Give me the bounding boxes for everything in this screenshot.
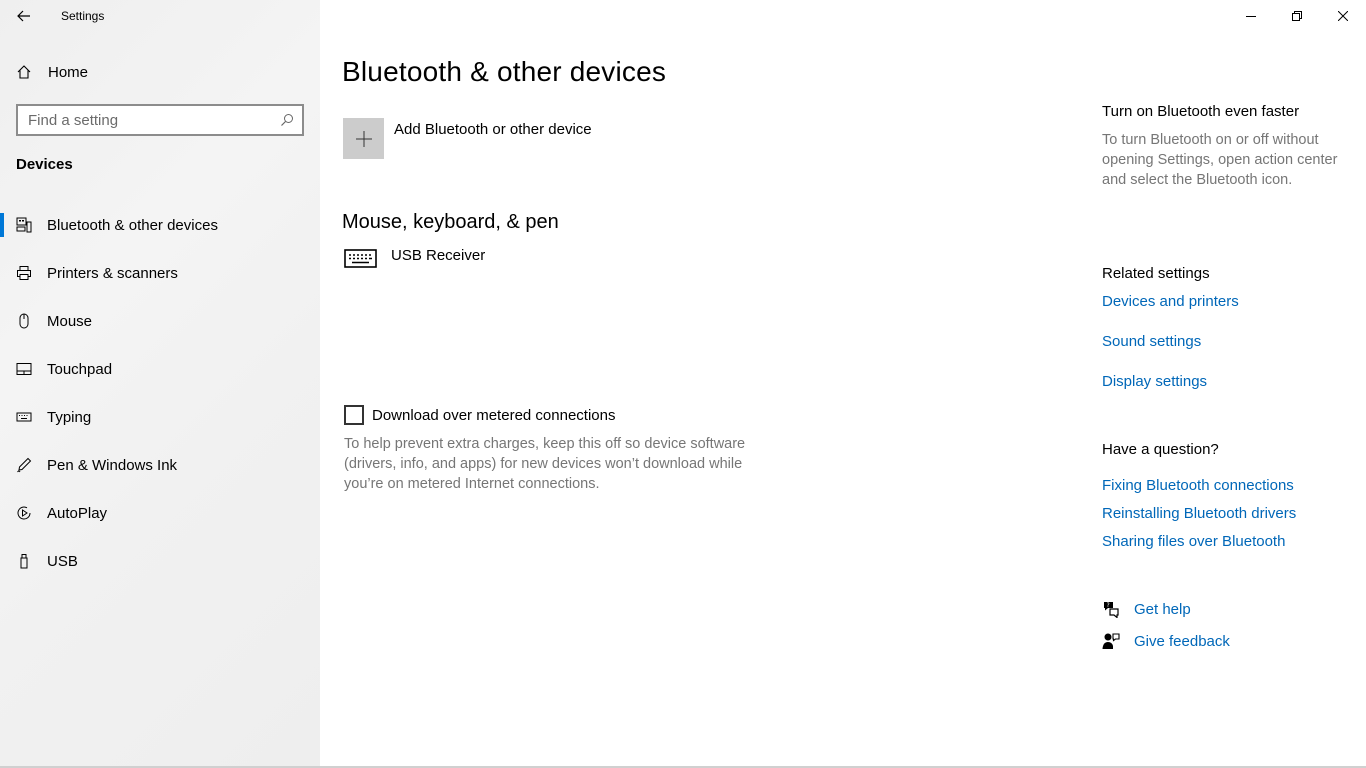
link-sharing-files[interactable]: Sharing files over Bluetooth <box>1102 533 1285 550</box>
get-help-icon: ? <box>1104 602 1119 618</box>
back-button[interactable] <box>0 0 48 32</box>
link-fixing-bluetooth[interactable]: Fixing Bluetooth connections <box>1102 477 1294 494</box>
sidebar-item-label: USB <box>47 552 78 570</box>
sidebar-item-label: AutoPlay <box>47 504 108 522</box>
sidebar-item-label: Mouse <box>47 312 93 330</box>
get-help-link[interactable]: ? Get help <box>1102 600 1191 618</box>
section-heading-input-devices: Mouse, keyboard, & pen <box>342 211 559 233</box>
app-title: Settings <box>61 9 105 23</box>
sidebar-item-usb[interactable]: USB <box>0 537 320 585</box>
sidebar-item-pen[interactable]: Pen & Windows Ink <box>0 441 320 489</box>
device-item[interactable]: USB Receiver <box>344 246 485 268</box>
autoplay-icon <box>16 505 32 521</box>
link-display-settings[interactable]: Display settings <box>1102 373 1207 390</box>
link-devices-and-printers[interactable]: Devices and printers <box>1102 293 1239 310</box>
page-title: Bluetooth & other devices <box>342 56 667 87</box>
metered-connections-label: Download over metered connections <box>372 406 616 424</box>
device-name: USB Receiver <box>391 247 486 264</box>
pen-icon <box>16 457 32 473</box>
sidebar-item-bluetooth[interactable]: Bluetooth & other devices <box>0 201 320 249</box>
minimize-icon <box>1246 16 1256 17</box>
sidebar-item-label: Pen & Windows Ink <box>47 456 178 474</box>
give-feedback-link[interactable]: Give feedback <box>1102 632 1230 650</box>
keyboard-icon <box>16 409 32 425</box>
tip-heading: Turn on Bluetooth even faster <box>1102 103 1300 120</box>
bluetooth-devices-icon <box>16 217 32 233</box>
restore-button[interactable] <box>1274 0 1320 32</box>
metered-connections-checkbox[interactable] <box>344 405 364 425</box>
svg-text:?: ? <box>1107 602 1110 609</box>
metered-help-text: To help prevent extra charges, keep this… <box>344 436 746 492</box>
minimize-button[interactable] <box>1228 0 1274 32</box>
metered-connections-option[interactable]: Download over metered connections <box>344 405 615 425</box>
sidebar-item-label: Bluetooth & other devices <box>47 216 218 234</box>
home-nav-item[interactable]: Home <box>0 52 320 92</box>
sidebar-item-mouse[interactable]: Mouse <box>0 297 320 345</box>
title-bar: Settings <box>0 0 320 32</box>
search-box[interactable] <box>16 104 304 136</box>
get-help-label: Get help <box>1134 600 1191 618</box>
sidebar-nav: Bluetooth & other devices Printers & sca… <box>0 201 320 585</box>
search-input[interactable] <box>28 111 280 129</box>
close-icon <box>1338 11 1348 21</box>
printer-icon <box>16 265 32 281</box>
add-device-button[interactable]: Add Bluetooth or other device <box>343 118 592 159</box>
sidebar-item-touchpad[interactable]: Touchpad <box>0 345 320 393</box>
back-arrow-icon <box>17 10 30 22</box>
sidebar-item-label: Touchpad <box>47 360 113 378</box>
sidebar-item-printers[interactable]: Printers & scanners <box>0 249 320 297</box>
link-sound-settings[interactable]: Sound settings <box>1102 333 1201 350</box>
sidebar-item-typing[interactable]: Typing <box>0 393 320 441</box>
keyboard-device-icon <box>344 249 377 268</box>
related-settings-heading: Related settings <box>1102 265 1210 282</box>
search-icon[interactable] <box>280 113 294 127</box>
home-label: Home <box>48 63 89 81</box>
sidebar-item-label: Printers & scanners <box>47 264 178 282</box>
home-icon <box>17 65 31 79</box>
mouse-icon <box>16 313 32 329</box>
link-reinstalling-drivers[interactable]: Reinstalling Bluetooth drivers <box>1102 505 1296 522</box>
plus-icon <box>355 130 372 147</box>
window-controls <box>1228 0 1366 32</box>
close-button[interactable] <box>1320 0 1366 32</box>
add-device-label: Add Bluetooth or other device <box>394 121 592 138</box>
usb-icon <box>16 553 32 569</box>
restore-icon <box>1292 11 1302 21</box>
sidebar-item-autoplay[interactable]: AutoPlay <box>0 489 320 537</box>
sidebar-item-label: Typing <box>47 408 92 426</box>
touchpad-icon <box>16 361 32 377</box>
add-device-tile[interactable] <box>343 118 384 159</box>
give-feedback-icon <box>1102 633 1120 649</box>
sidebar-section-title: Devices <box>16 156 73 173</box>
tip-text: To turn Bluetooth on or off without open… <box>1102 132 1338 188</box>
sidebar: Settings Home Devices Bluetooth & other <box>0 0 320 768</box>
give-feedback-label: Give feedback <box>1134 632 1230 650</box>
question-heading: Have a question? <box>1102 441 1219 458</box>
